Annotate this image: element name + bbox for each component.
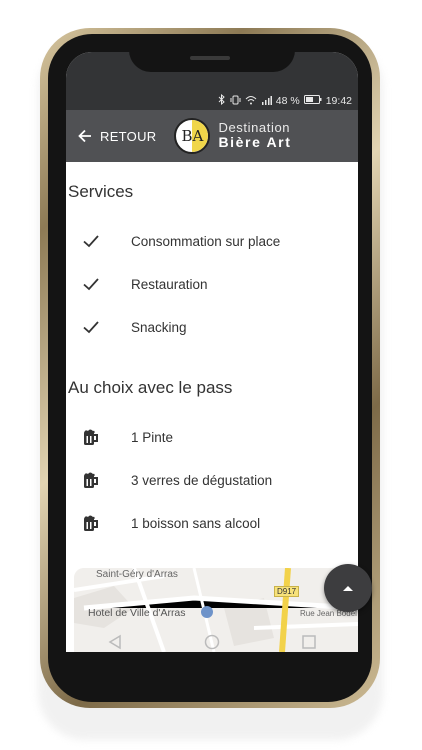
list-item: Snacking [66,312,358,342]
pass-option-label: 1 Pinte [131,429,174,445]
list-item: 1 Pinte [66,422,358,452]
list-item: Restauration [66,269,358,299]
bluetooth-icon [218,93,226,108]
phone-screen: 48 % 19:42 RETOUR BA Destination Bière A… [66,52,358,652]
beer-mug-icon [84,429,98,445]
notch [129,36,295,72]
home-circle-icon[interactable] [204,634,220,650]
road-badge: D917 [274,586,300,597]
map-label-place: Saint-Géry d'Arras [96,569,178,580]
arrow-left-icon [78,129,91,143]
list-item: 1 boisson sans alcool [66,508,358,538]
android-nav-bar [66,622,358,662]
vibrate-icon [230,95,241,108]
earpiece-speaker [190,56,230,60]
clock: 19:42 [325,95,352,107]
brand-name: Destination Bière Art [218,120,292,151]
brand-line-2: Bière Art [218,134,292,151]
wifi-icon [245,95,257,108]
back-triangle-icon[interactable] [107,634,123,650]
pass-option-label: 1 boisson sans alcool [131,515,261,531]
pass-title: Au choix avec le pass [68,378,233,397]
brand-line-1: Destination [218,120,291,136]
list-item: 3 verres de dégustation [66,465,358,495]
back-label: RETOUR [100,128,157,144]
pass-option-label: 3 verres de dégustation [131,472,273,488]
service-label: Consommation sur place [131,233,281,249]
check-icon [83,278,99,291]
service-label: Restauration [131,276,208,292]
scroll-top-button[interactable] [324,564,372,612]
logo-letters: BA [181,127,204,145]
signal-icon [261,95,272,108]
service-label: Snacking [131,319,187,335]
back-button[interactable]: RETOUR [78,129,156,144]
beer-mug-icon [84,515,98,531]
recents-square-icon[interactable] [301,634,317,650]
services-title: Services [68,182,134,201]
battery-percent: 48 % [275,95,300,107]
check-icon [83,235,99,248]
map-label-hotel: Hotel de Ville d'Arras [88,607,186,619]
battery-icon [303,95,322,107]
chevron-up-icon [343,586,353,591]
list-item: Consommation sur place [66,226,358,256]
status-icons: 48 % 19:42 [218,93,352,108]
brand-logo: BA [174,118,211,154]
beer-mug-icon [84,472,98,488]
check-icon [83,321,99,334]
app-bar: RETOUR BA Destination Bière Art [66,110,358,162]
